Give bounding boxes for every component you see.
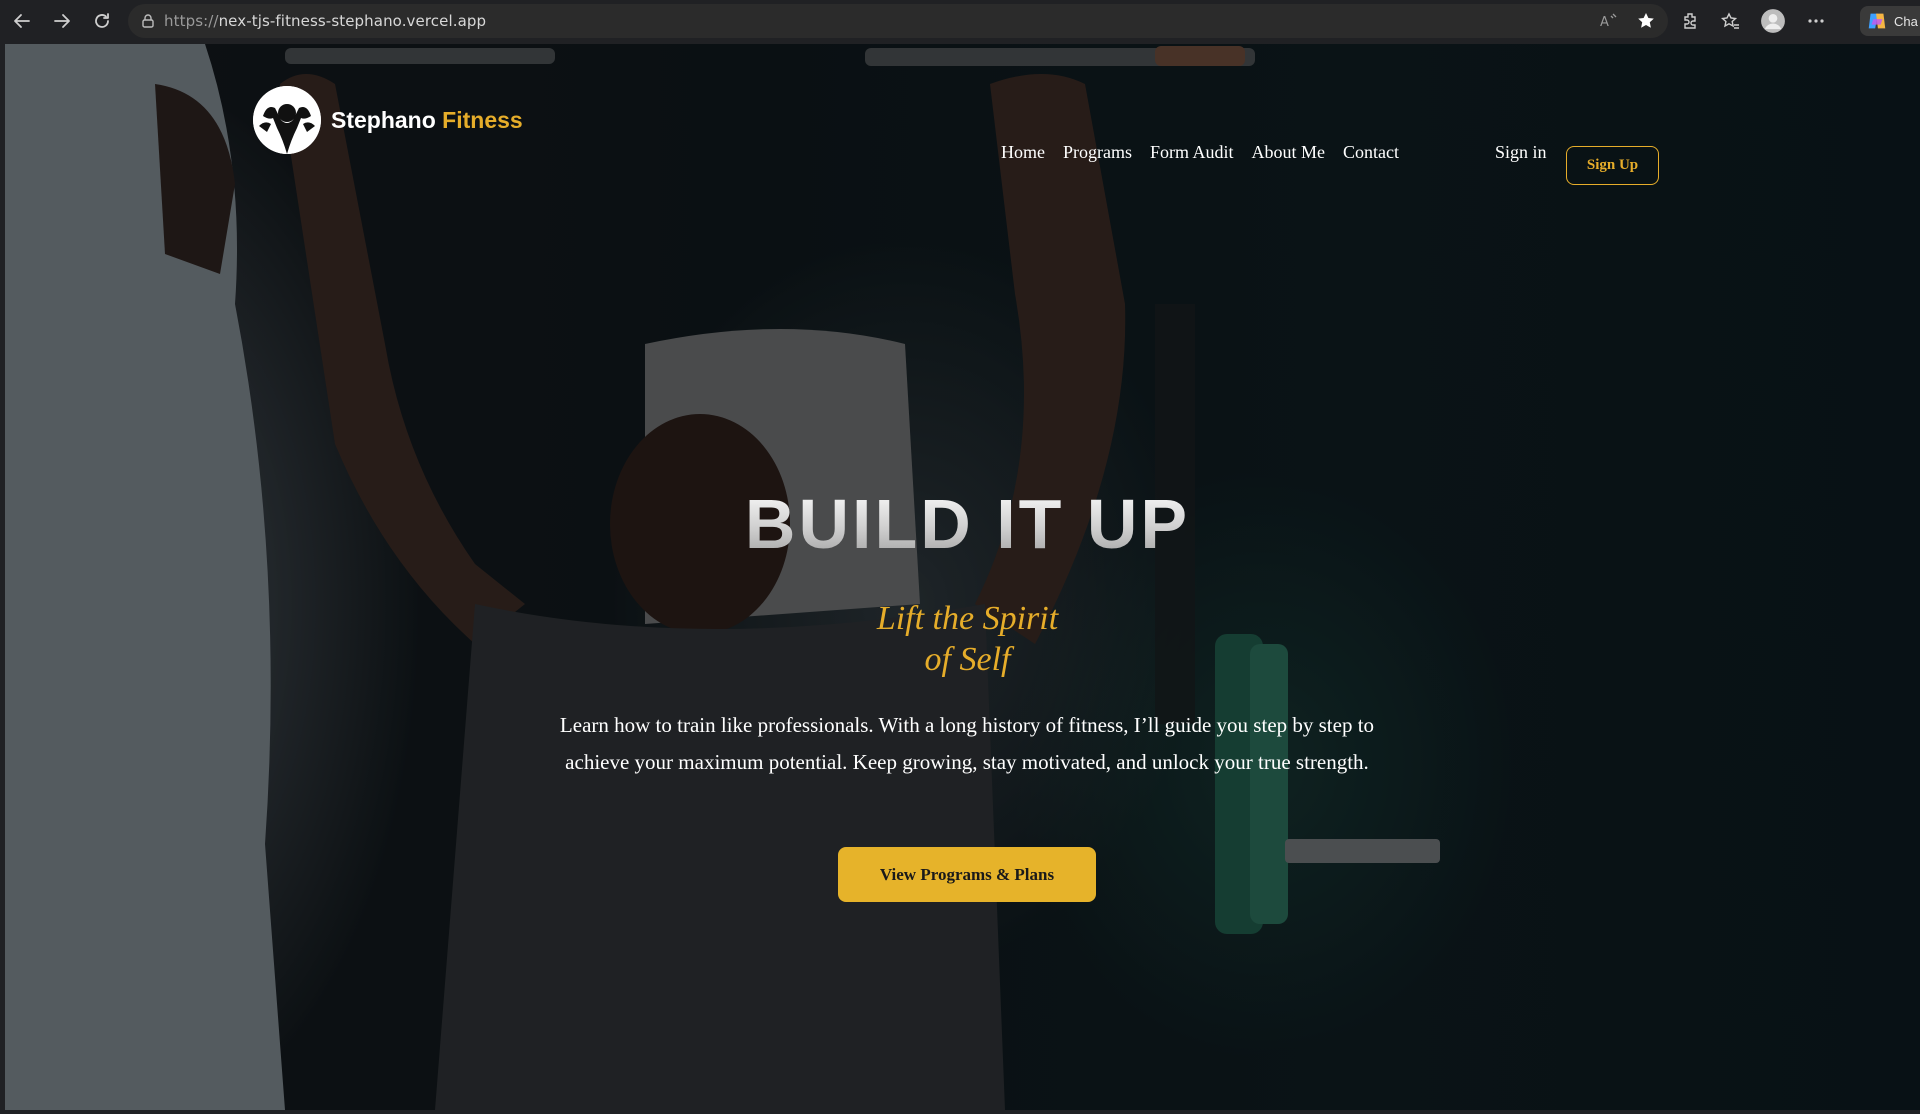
extensions-icon[interactable] bbox=[1680, 11, 1700, 31]
address-bar[interactable]: https://nex-tjs-fitness-stephano.vercel.… bbox=[128, 4, 1668, 38]
hero-title: BUILD IT UP bbox=[5, 484, 1920, 564]
hero-description: Learn how to train like professionals. W… bbox=[559, 713, 1375, 774]
nav-programs[interactable]: Programs bbox=[1063, 139, 1132, 165]
url-text: https://nex-tjs-fitness-stephano.vercel.… bbox=[164, 12, 486, 30]
hero-dark-overlay bbox=[5, 44, 1920, 1110]
hero-tagline-line-2: of Self bbox=[924, 641, 1011, 678]
sign-up-button[interactable]: Sign Up bbox=[1566, 146, 1659, 185]
hero-tagline-line-1: Lift the Spirit bbox=[876, 600, 1059, 637]
hero-tagline: Lift the Spirit of Self bbox=[5, 598, 1920, 680]
svg-text:A: A bbox=[1600, 15, 1609, 30]
site-logo[interactable]: Stephano Fitness bbox=[253, 86, 523, 154]
site-header: Stephano Fitness Home Programs Form Audi… bbox=[5, 44, 1920, 185]
reload-button[interactable] bbox=[82, 0, 122, 42]
arrow-left-icon bbox=[14, 14, 30, 28]
main-navigation: Home Programs Form Audit About Me Contac… bbox=[1001, 142, 1399, 178]
view-programs-button[interactable]: View Programs & Plans bbox=[838, 847, 1096, 902]
back-button[interactable] bbox=[2, 0, 42, 42]
arrow-right-icon bbox=[54, 14, 70, 28]
refresh-icon bbox=[95, 13, 109, 28]
logo-accent: Fitness bbox=[442, 106, 523, 133]
url-host: nex-tjs-fitness-stephano.vercel.app bbox=[218, 12, 487, 30]
copilot-icon bbox=[1868, 13, 1886, 29]
url-protocol: https:// bbox=[164, 12, 219, 30]
browser-toolbar: https://nex-tjs-fitness-stephano.vercel.… bbox=[0, 0, 1920, 42]
nav-home[interactable]: Home bbox=[1001, 139, 1045, 165]
nav-contact[interactable]: Contact bbox=[1343, 139, 1399, 165]
nav-form-audit[interactable]: Form Audit bbox=[1150, 139, 1234, 165]
browser-actions bbox=[1680, 0, 1826, 42]
forward-button[interactable] bbox=[42, 0, 82, 42]
read-aloud-icon[interactable]: A bbox=[1598, 11, 1618, 31]
favorites-icon[interactable] bbox=[1720, 11, 1740, 31]
profile-avatar-icon[interactable] bbox=[1760, 8, 1786, 34]
address-bar-actions: A bbox=[1598, 4, 1656, 38]
more-options-icon[interactable] bbox=[1806, 11, 1826, 31]
logo-text: Stephano Fitness bbox=[331, 107, 523, 134]
page-viewport: Stephano Fitness Home Programs Form Audi… bbox=[5, 44, 1920, 1110]
favorite-star-icon[interactable] bbox=[1636, 11, 1656, 31]
copilot-label: Cha bbox=[1894, 13, 1918, 29]
flexing-figure-icon bbox=[253, 86, 321, 154]
sign-in-link[interactable]: Sign in bbox=[1495, 139, 1547, 165]
logo-name: Stephano bbox=[331, 106, 436, 133]
logo-emblem bbox=[253, 86, 321, 154]
copilot-button[interactable]: Cha bbox=[1860, 6, 1920, 36]
nav-about-me[interactable]: About Me bbox=[1252, 139, 1326, 165]
lock-icon bbox=[142, 14, 154, 28]
